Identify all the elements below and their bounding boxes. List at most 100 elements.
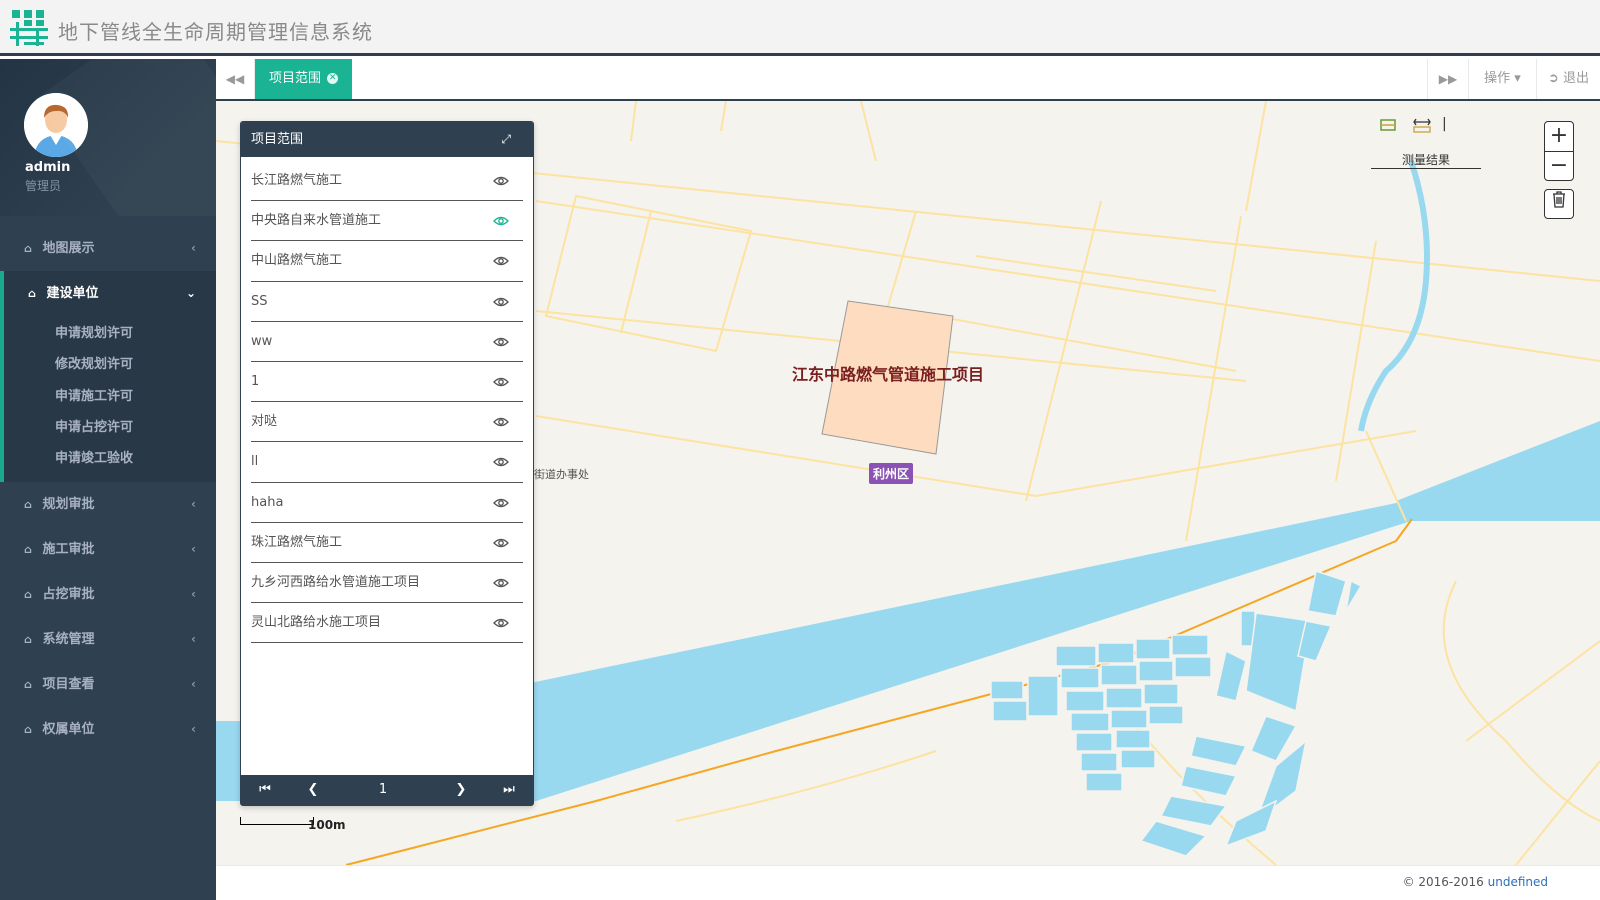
building-grid-icon xyxy=(10,10,48,46)
tab-scroll-right-button[interactable]: ▶▶ xyxy=(1427,59,1468,99)
eye-icon[interactable] xyxy=(493,296,509,308)
project-map-label[interactable]: 江东中路燃气管道施工项目 xyxy=(792,361,984,385)
eye-icon[interactable] xyxy=(493,175,509,187)
project-list-item[interactable]: 1 xyxy=(251,362,523,403)
scale-label: 100m xyxy=(308,818,346,832)
home-icon: ⌂ xyxy=(24,633,32,647)
prev-page-button[interactable]: ❮ xyxy=(301,775,325,805)
sidebar: admin 管理员 ⌂ 地图展示 ‹ ⌂ 建设单位 ⌄ 申请规划许可 修改规划许… xyxy=(0,59,216,900)
eye-icon[interactable] xyxy=(493,497,509,509)
project-range-panel: 项目范围 ⤢ 长江路燃气施工 中央路自来水管道施工中山路燃气施工 SS ww 1 对哒 ll… xyxy=(240,121,534,806)
project-list-item[interactable]: SS xyxy=(251,282,523,322)
eye-icon[interactable] xyxy=(493,456,509,468)
avatar[interactable] xyxy=(24,93,88,157)
eye-icon[interactable] xyxy=(493,617,509,629)
collapse-icon[interactable]: ⤢ xyxy=(501,122,511,157)
measure-result-label: 测量结果 xyxy=(1371,151,1481,169)
project-list-item[interactable]: 长江路燃气施工 xyxy=(251,161,523,202)
app-title: 地下管线全生命周期管理信息系统 xyxy=(58,20,373,44)
operations-dropdown[interactable]: 操作 ▾ xyxy=(1468,59,1536,99)
project-name: 珠江路燃气施工 xyxy=(251,534,343,550)
project-list: 长江路燃气施工 中央路自来水管道施工中山路燃气施工 SS ww 1 对哒 ll haha 珠江路… xyxy=(241,157,533,644)
user-name[interactable]: admin xyxy=(25,160,70,175)
eye-icon[interactable] xyxy=(493,215,509,227)
exit-button[interactable]: ➲ 退出 xyxy=(1536,59,1600,99)
sidebar-item-label: 权属单位 xyxy=(42,722,95,738)
project-name: 对哒 xyxy=(251,414,278,430)
measure-distance-icon[interactable] xyxy=(1412,115,1432,135)
sidebar-subitem-apply-construction[interactable]: 申请施工许可 xyxy=(4,381,216,412)
sidebar-subitem-modify-planning[interactable]: 修改规划许可 xyxy=(4,349,216,380)
tab-project-range[interactable]: 项目范围 ✕ xyxy=(255,59,353,99)
project-name: ww xyxy=(251,333,273,349)
current-page: 1 xyxy=(378,782,388,797)
project-list-item[interactable]: 九乡河西路给水管道施工项目 xyxy=(251,563,523,604)
double-chevron-right-icon: ▶▶ xyxy=(1438,72,1458,86)
zoom-in-button[interactable]: + xyxy=(1545,122,1573,151)
sidebar-item-project-view[interactable]: ⌂ 项目查看 ‹ xyxy=(0,662,216,707)
sidebar-item-planning-approval[interactable]: ⌂ 规划审批 ‹ xyxy=(0,482,216,527)
footer-link[interactable]: undefined xyxy=(1488,875,1548,889)
next-page-button[interactable]: ❯ xyxy=(449,775,473,805)
user-profile: admin 管理员 xyxy=(0,59,216,216)
home-icon: ⌂ xyxy=(24,242,32,255)
operations-label: 操作 xyxy=(1484,71,1511,86)
sidebar-subitem-apply-excavation[interactable]: 申请占挖许可 xyxy=(4,412,216,443)
sidebar-item-label: 占挖审批 xyxy=(42,587,95,603)
panel-header: 项目范围 ⤢ xyxy=(241,122,533,157)
project-list-item[interactable]: 对哒 xyxy=(251,402,523,443)
close-icon[interactable]: ✕ xyxy=(327,73,339,84)
chevron-left-icon: ‹ xyxy=(191,497,196,512)
panel-title: 项目范围 xyxy=(251,132,304,147)
project-list-item[interactable]: 中山路燃气施工 xyxy=(251,241,523,282)
sidebar-item-excavation-approval[interactable]: ⌂ 占挖审批 ‹ xyxy=(0,572,216,617)
top-header: 地下管线全生命周期管理信息系统 xyxy=(0,0,1600,56)
project-name: 中山路燃气施工 xyxy=(251,253,343,269)
sidebar-menu: ⌂ 地图展示 ‹ ⌂ 建设单位 ⌄ 申请规划许可 修改规划许可 申请施工许可 申… xyxy=(0,226,216,752)
measure-area-icon[interactable] xyxy=(1378,115,1398,135)
caret-down-icon: ▾ xyxy=(1510,71,1521,86)
double-chevron-left-icon: ◀◀ xyxy=(225,72,245,86)
home-icon: ⌂ xyxy=(24,588,32,602)
sidebar-item-ownership-unit[interactable]: ⌂ 权属单位 ‹ xyxy=(0,707,216,752)
sidebar-item-construction-approval[interactable]: ⌂ 施工审批 ‹ xyxy=(0,527,216,572)
last-page-button[interactable]: ⏭ xyxy=(497,775,521,805)
first-page-button[interactable]: ⏮ xyxy=(253,775,277,805)
eye-icon[interactable] xyxy=(493,577,509,589)
sidebar-item-construction-unit[interactable]: ⌂ 建设单位 ⌄ xyxy=(0,271,216,316)
sidebar-item-label: 规划审批 xyxy=(42,497,95,513)
sidebar-item-system-management[interactable]: ⌂ 系统管理 ‹ xyxy=(0,617,216,662)
project-list-item[interactable]: 珠江路燃气施工 xyxy=(251,523,523,563)
eye-icon[interactable] xyxy=(493,376,509,388)
sidebar-item-label: 地图展示 xyxy=(42,241,95,256)
sidebar-item-label: 系统管理 xyxy=(42,632,95,648)
eye-icon[interactable] xyxy=(493,416,509,428)
sidebar-subitem-apply-acceptance[interactable]: 申请竣工验收 xyxy=(4,443,216,474)
user-avatar-icon xyxy=(24,93,88,157)
sidebar-subitem-apply-planning[interactable]: 申请规划许可 xyxy=(4,318,216,349)
project-list-item[interactable]: 中央路自来水管道施工 xyxy=(251,201,523,242)
eye-icon[interactable] xyxy=(493,255,509,267)
copyright-text: © 2016-2016 xyxy=(1402,875,1488,889)
sidebar-item-label: 施工审批 xyxy=(42,542,95,558)
project-list-item[interactable]: 灵山北路给水施工项目 xyxy=(251,603,523,644)
project-list-item[interactable]: ww xyxy=(251,322,523,362)
eye-icon[interactable] xyxy=(493,336,509,348)
eye-icon[interactable] xyxy=(493,537,509,549)
scale-bar xyxy=(240,817,314,825)
sidebar-item-map-display[interactable]: ⌂ 地图展示 ‹ xyxy=(0,226,216,271)
zoom-control: + − xyxy=(1544,121,1574,181)
footer: © 2016-2016 undefined xyxy=(216,865,1600,900)
home-icon: ⌂ xyxy=(24,498,32,512)
project-list-item[interactable]: ll xyxy=(251,442,523,483)
user-role: 管理员 xyxy=(25,179,62,193)
trash-icon xyxy=(1553,191,1565,208)
project-list-item[interactable]: haha xyxy=(251,483,523,523)
project-name: haha xyxy=(251,494,284,510)
project-name: 灵山北路给水施工项目 xyxy=(251,615,382,631)
clear-button[interactable] xyxy=(1544,189,1574,219)
zoom-out-button[interactable]: − xyxy=(1545,151,1573,180)
home-icon: ⌂ xyxy=(24,723,32,737)
tab-scroll-left-button[interactable]: ◀◀ xyxy=(216,59,255,99)
sidebar-item-label: 项目查看 xyxy=(42,677,95,693)
